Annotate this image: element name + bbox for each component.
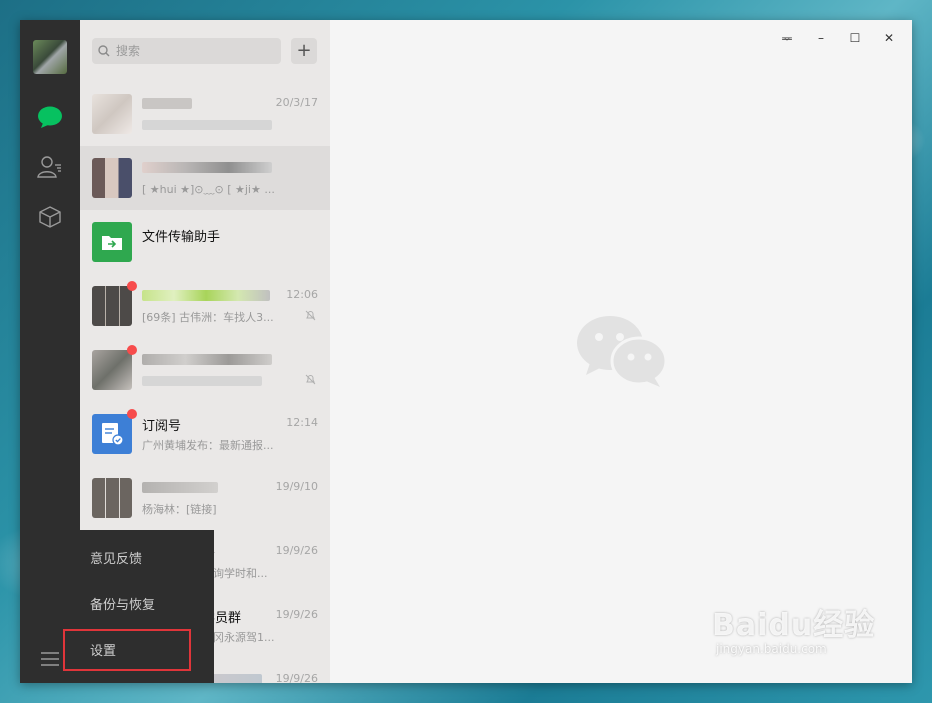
conversation-name: 文件传输助手 (142, 230, 221, 245)
folder-arrow-icon (102, 236, 122, 250)
contacts-icon (37, 156, 61, 178)
conversation-name: 订阅号 (142, 419, 182, 434)
user-avatar[interactable] (33, 40, 67, 74)
chats-tab[interactable] (20, 92, 80, 142)
chat-bubble-icon (38, 106, 62, 128)
conversation-time: 12:06 (286, 288, 318, 301)
search-icon (98, 45, 110, 57)
wechat-window: + 20/3/17 [ ★hui ★]⊙﹏⊙ [ ★ji★ ... (20, 20, 912, 683)
conversation-avatar (92, 94, 132, 134)
conversation-preview: [ ★hui ★]⊙﹏⊙ [ ★ji★ ... (142, 183, 275, 196)
conversation-time: 19/9/10 (275, 480, 318, 493)
conversation-avatar (92, 478, 132, 518)
conversation-preview: 杨海林：[链接] (142, 503, 217, 516)
contacts-tab[interactable] (20, 142, 80, 192)
conversation-preview: [69条] 古伟洲：车找人3... (142, 311, 274, 324)
unread-badge (127, 345, 137, 355)
more-menu-button[interactable] (20, 651, 80, 667)
menu-item-feedback[interactable]: 意见反馈 (80, 534, 214, 580)
unread-badge (127, 281, 137, 291)
conversation-item[interactable]: 12:06 [69条] 古伟洲：车找人3... (80, 274, 330, 338)
chat-main-area: ᆓ – ☐ ✕ (330, 20, 912, 683)
watermark-url: jingyan.baidu.com (716, 642, 827, 656)
conversation-avatar (92, 158, 132, 198)
blurred-name (142, 482, 218, 493)
blurred-name (142, 354, 272, 365)
minimize-button[interactable]: – (804, 26, 838, 50)
baidu-watermark: Baidu经验 jingyan.baidu.com (712, 600, 875, 656)
maximize-button[interactable]: ☐ (838, 26, 872, 50)
conversation-preview: 广州黄埔发布：最新通报... (142, 439, 274, 452)
conversation-item[interactable]: [ ★hui ★]⊙﹏⊙ [ ★ji★ ... (80, 146, 330, 210)
search-bar: + (80, 20, 330, 82)
nav-rail (20, 20, 80, 683)
menu-item-backup[interactable]: 备份与恢复 (80, 580, 214, 626)
search-input[interactable] (116, 44, 266, 58)
add-chat-button[interactable]: + (291, 38, 317, 64)
conversation-item[interactable]: 20/3/17 (80, 82, 330, 146)
conversation-avatar (92, 281, 137, 326)
window-controls: ᆓ – ☐ ✕ (770, 26, 906, 50)
blurred-message (142, 120, 272, 130)
conversation-time: 20/3/17 (275, 96, 318, 109)
close-button[interactable]: ✕ (872, 26, 906, 50)
cube-icon (39, 206, 61, 228)
search-box[interactable] (92, 38, 281, 64)
menu-item-settings[interactable]: 设置 (80, 626, 214, 672)
mute-bell-icon (305, 310, 316, 321)
blurred-message (142, 376, 262, 386)
file-transfer-avatar (92, 222, 132, 262)
conversation-time: 12:14 (286, 416, 318, 429)
conversation-avatar (92, 345, 137, 390)
conversation-time: 19/9/26 (275, 608, 318, 621)
unread-badge (127, 409, 137, 419)
conversation-item[interactable]: 订阅号 12:14 广州黄埔发布：最新通报... (80, 402, 330, 466)
favorites-tab[interactable] (20, 192, 80, 242)
mute-bell-icon (305, 374, 316, 385)
watermark-brand: Baidu经验 (712, 608, 876, 643)
blurred-name (142, 162, 272, 173)
document-check-icon (102, 423, 124, 446)
subscription-avatar (92, 409, 137, 454)
conversation-time: 19/9/26 (275, 544, 318, 557)
conversation-item[interactable]: 文件传输助手 (80, 210, 330, 274)
conversation-item[interactable] (80, 338, 330, 402)
blurred-name (142, 290, 270, 301)
blurred-name (142, 98, 192, 109)
wechat-logo-icon (577, 316, 668, 387)
pin-button[interactable]: ᆓ (770, 26, 804, 50)
conversation-time: 19/9/26 (275, 672, 318, 683)
conversation-item[interactable]: 19/9/10 杨海林：[链接] (80, 466, 330, 530)
hamburger-menu-icon (41, 652, 59, 666)
more-popup-menu: 意见反馈 备份与恢复 设置 (80, 530, 214, 683)
